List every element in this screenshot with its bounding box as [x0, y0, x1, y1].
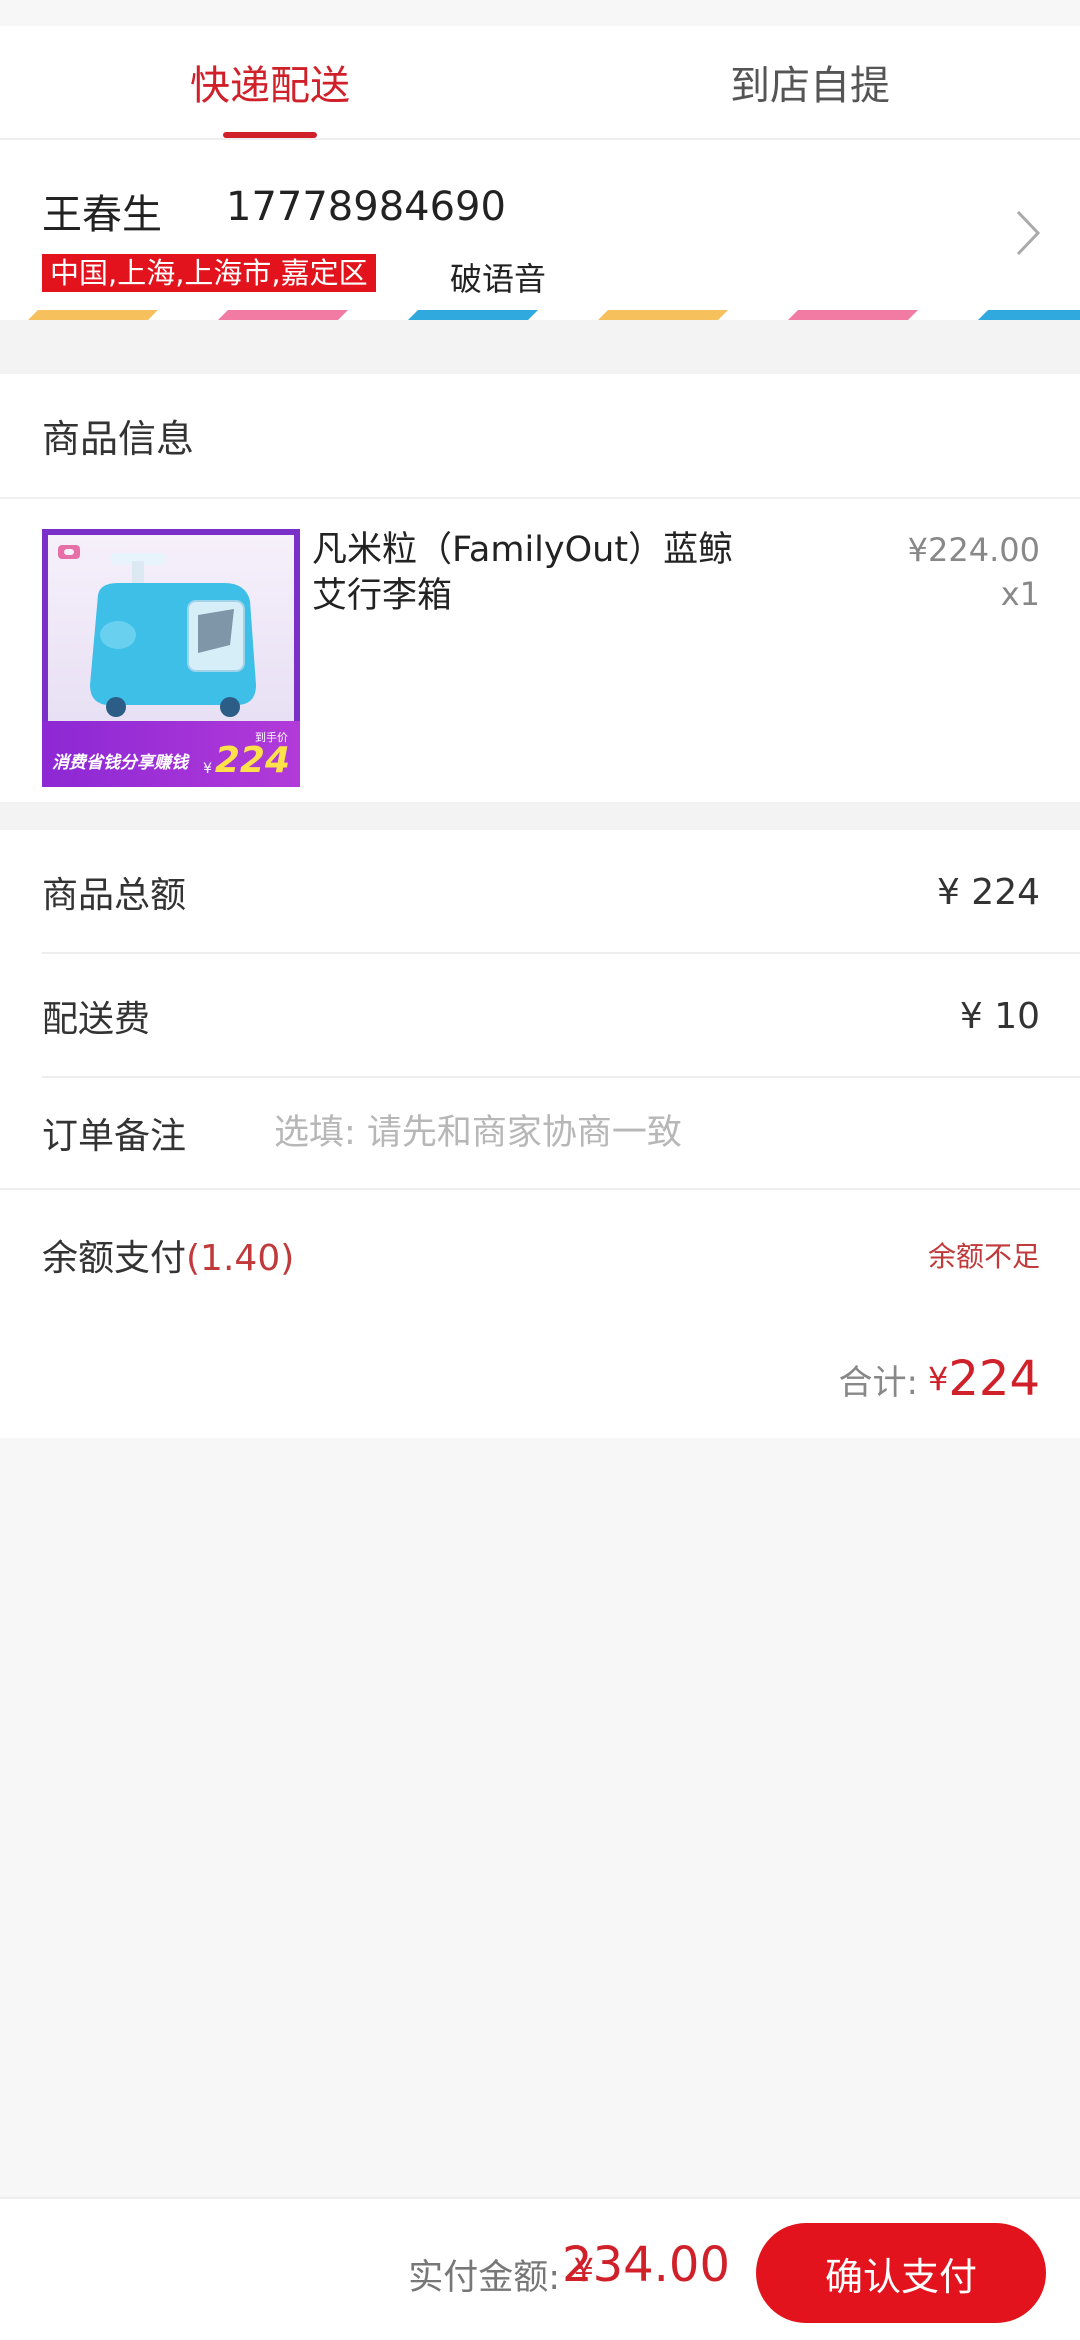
- shipping-fee-row: 配送费 ¥ 10: [0, 954, 1080, 1078]
- order-note-input[interactable]: [274, 1113, 915, 1153]
- product-image-price-yen: ¥: [203, 761, 212, 777]
- product-image-caption: 消费省钱分享赚钱: [52, 753, 188, 773]
- product-quantity: x1: [1000, 575, 1040, 613]
- order-note-label: 订单备注: [42, 1116, 187, 1157]
- product-name: 凡米粒（FamilyOut）蓝鲸艾行李箱: [312, 530, 734, 616]
- tab-store-pickup[interactable]: 到店自提: [540, 26, 1080, 138]
- order-total-line: 合计: ¥ 224: [0, 1320, 1080, 1438]
- checkout-bar: 实付金额: ¥ 234.00 确认支付: [0, 2197, 1080, 2340]
- tab-express-delivery[interactable]: 快递配送: [0, 26, 540, 138]
- shipping-fee-value: ¥ 10: [959, 995, 1040, 1037]
- recipient-phone: 17778984690: [226, 184, 506, 230]
- balance-payment-label: 余额支付: [42, 1238, 187, 1279]
- total-value: 224: [948, 1351, 1040, 1407]
- balance-payment-row[interactable]: 余额支付(1.40) 余额不足: [0, 1190, 1080, 1320]
- balance-insufficient-status: 余额不足: [927, 1240, 1040, 1273]
- address-region-badge: 中国,上海,上海市,嘉定区: [42, 254, 376, 292]
- product-image-background: [48, 535, 294, 721]
- tab-label: 快递配送: [190, 63, 350, 109]
- recipient-name: 王春生: [42, 192, 162, 238]
- shipping-fee-label: 配送费: [42, 999, 151, 1040]
- product-section-title: 商品信息: [0, 374, 1080, 499]
- address-detail: 破语音: [450, 260, 547, 298]
- envelope-stripe-border: [0, 310, 1080, 320]
- total-label: 合计:: [838, 1362, 919, 1403]
- suitcase-illustration: [58, 545, 256, 717]
- order-summary: 商品总额 ¥ 224 配送费 ¥ 10 订单备注 余额支付(1.40) 余额不足…: [0, 830, 1080, 1438]
- delivery-tabs: 快递配送 到店自提: [0, 26, 1080, 140]
- actual-payment-amount: 234.00: [562, 2237, 730, 2293]
- product-image: 消费省钱分享赚钱 到手价 ¥ 224: [42, 529, 300, 787]
- active-tab-indicator: [223, 132, 317, 138]
- status-strip: [0, 0, 1080, 26]
- balance-payment-label-group: 余额支付(1.40): [42, 1229, 294, 1281]
- product-image-price: 224: [214, 740, 290, 781]
- order-note-row: 订单备注: [0, 1078, 1080, 1188]
- tab-label: 到店自提: [730, 63, 890, 109]
- section-gap: [0, 804, 1080, 830]
- address-card[interactable]: 王春生 17778984690 中国,上海,上海市,嘉定区 破语音: [0, 140, 1080, 320]
- section-gap: [0, 320, 1080, 374]
- balance-amount: (1.40): [186, 1238, 295, 1279]
- chevron-right-icon: [1016, 210, 1041, 256]
- product-price: ¥224.00: [907, 531, 1040, 569]
- actual-payment-label: 实付金额:: [408, 2258, 560, 2298]
- total-yen: ¥: [928, 1360, 949, 1398]
- confirm-payment-button[interactable]: 确认支付: [756, 2223, 1046, 2323]
- product-item[interactable]: 消费省钱分享赚钱 到手价 ¥ 224 凡米粒（FamilyOut）蓝鲸艾行李箱 …: [0, 499, 1080, 804]
- product-section: 商品信息 消费省钱分享赚钱 到手价 ¥ 224 凡米粒（FamilyOut）蓝鲸…: [0, 374, 1080, 804]
- goods-total-row: 商品总额 ¥ 224: [0, 830, 1080, 954]
- goods-total-label: 商品总额: [42, 875, 187, 916]
- goods-total-value: ¥ 224: [936, 871, 1040, 913]
